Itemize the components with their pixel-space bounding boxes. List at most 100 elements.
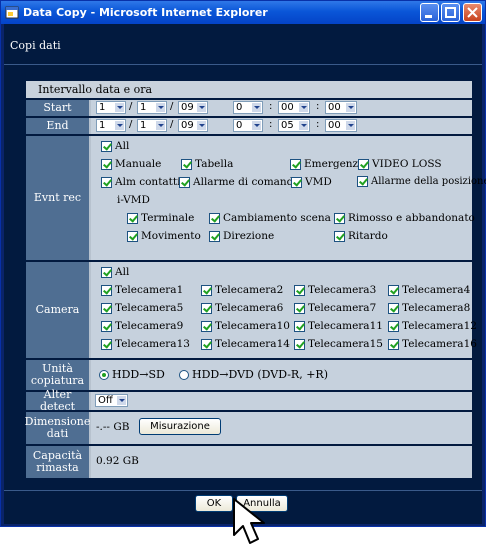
ivmd-checkbox[interactable]: Rimosso e abbandonato — [334, 212, 475, 224]
check-icon — [209, 230, 220, 242]
check-icon — [101, 302, 112, 314]
camera-checkbox[interactable]: Telecamera10 — [201, 320, 290, 332]
date-separator: / — [170, 119, 174, 130]
check-icon — [201, 320, 212, 332]
check-icon — [201, 302, 212, 314]
drive-radio-dvd[interactable]: HDD→DVD (DVD-R, +R) — [179, 368, 328, 381]
check-icon — [101, 266, 112, 278]
start-year-select[interactable]: 09 — [178, 101, 208, 114]
ok-button[interactable]: OK — [195, 495, 233, 512]
event-checkbox[interactable]: Allarme della posizione — [357, 176, 486, 187]
end-year-select[interactable]: 09 — [178, 119, 208, 132]
check-icon — [101, 176, 112, 188]
datetime-heading: Intervallo data e ora — [26, 81, 472, 98]
camera-checkbox[interactable]: Telecamera2 — [201, 284, 283, 296]
event-row: Evnt rec All Manuale Tabella Emergenza V… — [26, 136, 486, 260]
end-second-select[interactable]: 00 — [325, 119, 357, 132]
alter-detect-select[interactable]: Off — [95, 394, 128, 407]
check-icon — [290, 158, 301, 170]
remaining-label: Capacità rimasta — [26, 446, 89, 478]
event-checkbox[interactable]: Allarme di comando — [179, 176, 300, 188]
ivmd-checkbox[interactable]: Terminale — [127, 212, 194, 224]
ivmd-label: i-VMD — [117, 194, 150, 206]
close-button[interactable] — [463, 3, 482, 22]
event-checkbox[interactable]: Tabella — [181, 158, 233, 170]
chevron-down-icon — [156, 103, 165, 112]
end-minute-select[interactable]: 05 — [278, 119, 310, 132]
camera-options: All Telecamera1 Telecamera2 Telecamera3 … — [91, 262, 477, 358]
camera-checkbox[interactable]: Telecamera14 — [201, 338, 290, 350]
date-separator: / — [170, 101, 174, 112]
start-month-select[interactable]: 1 — [96, 101, 126, 114]
ivmd-checkbox[interactable]: Ritardo — [334, 230, 388, 242]
event-all-checkbox[interactable]: All — [101, 140, 129, 152]
start-minute-select[interactable]: 00 — [278, 101, 310, 114]
check-icon — [101, 284, 112, 296]
check-icon — [101, 158, 112, 170]
camera-all-checkbox[interactable]: All — [101, 266, 129, 278]
alter-field: Off — [91, 392, 472, 410]
camera-checkbox[interactable]: Telecamera9 — [101, 320, 183, 332]
page-title: Copi dati — [10, 39, 61, 52]
event-checkbox[interactable]: Manuale — [101, 158, 161, 170]
end-month-select[interactable]: 1 — [96, 119, 126, 132]
camera-checkbox[interactable]: Telecamera15 — [294, 338, 383, 350]
camera-checkbox[interactable]: Telecamera16 — [388, 338, 477, 350]
camera-checkbox[interactable]: Telecamera7 — [294, 302, 376, 314]
event-checkbox[interactable]: Emergenza — [290, 158, 364, 170]
camera-checkbox[interactable]: Telecamera4 — [388, 284, 470, 296]
event-checkbox[interactable]: VIDEO LOSS — [358, 158, 442, 170]
check-icon — [294, 284, 305, 296]
start-label: Start — [26, 100, 89, 116]
time-separator: : — [316, 119, 320, 130]
check-icon — [334, 230, 345, 242]
measure-button[interactable]: Misurazione — [139, 418, 221, 435]
camera-checkbox[interactable]: Telecamera3 — [294, 284, 376, 296]
start-hour-select[interactable]: 0 — [233, 101, 263, 114]
chevron-down-icon — [252, 121, 261, 130]
check-icon — [209, 212, 220, 224]
remaining-value: 0.92 GB — [96, 455, 139, 467]
chevron-down-icon — [346, 121, 355, 130]
camera-checkbox[interactable]: Telecamera5 — [101, 302, 183, 314]
chevron-down-icon — [299, 121, 308, 130]
event-checkbox[interactable]: Alm contatti — [101, 176, 180, 188]
chevron-down-icon — [197, 121, 206, 130]
time-separator: : — [269, 101, 273, 112]
end-day-select[interactable]: 1 — [137, 119, 167, 132]
camera-checkbox[interactable]: Telecamera12 — [388, 320, 477, 332]
ivmd-checkbox[interactable]: Movimento — [127, 230, 201, 242]
event-options: All Manuale Tabella Emergenza VIDEO LOSS… — [91, 136, 486, 260]
start-row: Start 1 / 1 / 09 0 : 00 : 00 — [26, 100, 472, 116]
radio-selected-icon — [99, 369, 109, 380]
camera-checkbox[interactable]: Telecamera1 — [101, 284, 183, 296]
check-icon — [388, 320, 399, 332]
check-icon — [358, 158, 369, 170]
start-fields: 1 / 1 / 09 0 : 00 : 00 — [91, 100, 472, 116]
maximize-icon — [445, 7, 456, 18]
start-second-select[interactable]: 00 — [325, 101, 357, 114]
drive-radio-sd[interactable]: HDD→SD — [99, 368, 165, 381]
ie-page-icon — [5, 6, 19, 19]
end-label: End — [26, 118, 89, 134]
minimize-button[interactable] — [420, 3, 439, 22]
title-bar[interactable]: Data Copy - Microsoft Internet Explorer — [1, 1, 485, 24]
maximize-button[interactable] — [441, 3, 460, 22]
camera-checkbox[interactable]: Telecamera8 — [388, 302, 470, 314]
check-icon — [294, 302, 305, 314]
time-separator: : — [316, 101, 320, 112]
camera-checkbox[interactable]: Telecamera6 — [201, 302, 283, 314]
time-separator: : — [269, 119, 273, 130]
event-checkbox[interactable]: VMD — [291, 176, 332, 188]
divider — [4, 64, 482, 65]
check-icon — [201, 338, 212, 350]
size-label: Dimensione dati — [25, 412, 90, 444]
ivmd-checkbox[interactable]: Direzione — [209, 230, 274, 242]
check-icon — [127, 212, 138, 224]
ivmd-checkbox[interactable]: Cambiamento scena — [209, 212, 331, 224]
end-hour-select[interactable]: 0 — [233, 119, 263, 132]
check-icon — [294, 338, 305, 350]
camera-checkbox[interactable]: Telecamera13 — [101, 338, 190, 350]
start-day-select[interactable]: 1 — [137, 101, 167, 114]
camera-checkbox[interactable]: Telecamera11 — [294, 320, 383, 332]
